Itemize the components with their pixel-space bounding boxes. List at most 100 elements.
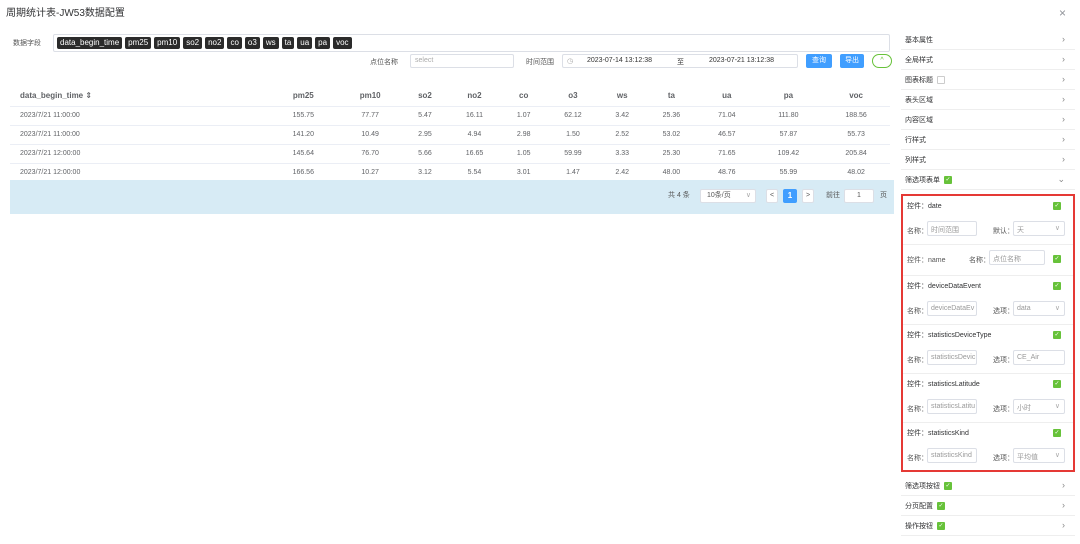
table-cell: 5.66 [403, 144, 447, 164]
clock-icon: ◷ [567, 58, 574, 65]
next-page-button[interactable]: > [802, 189, 814, 203]
sort-icon[interactable]: ⇕ [85, 91, 92, 100]
field-tag[interactable]: co [227, 37, 242, 49]
control-deviceDataEvent-checkbox[interactable]: ✓ [1053, 282, 1061, 290]
section-basic-props[interactable]: 基本属性 › [901, 30, 1075, 50]
section-header-area[interactable]: 表头区域 › [901, 90, 1075, 110]
chevron-right-icon: › [1062, 94, 1065, 104]
collapse-toggle[interactable]: ^ [872, 54, 892, 68]
config-dialog: 周期统计表-JW53数据配置 × 数据字段 data_begin_time pm… [0, 0, 1080, 544]
dialog-title: 周期统计表-JW53数据配置 [6, 8, 125, 19]
statisticsKind-name-input[interactable]: statisticsKind [927, 448, 977, 463]
preview-area: 数据字段 data_begin_time pm25 pm10 so2 no2 c… [10, 34, 894, 544]
field-tag[interactable]: voc [333, 37, 352, 49]
action-buttons-checkbox[interactable]: ✓ [937, 521, 945, 530]
table-row: 2023/7/21 11:00:00 141.20 10.49 2.95 4.94 2.9… [10, 125, 890, 145]
range-separator: 至 [677, 59, 684, 66]
prev-page-button[interactable]: < [766, 189, 778, 203]
point-name-select[interactable]: select [410, 54, 514, 68]
time-range-picker[interactable]: ◷ 2023-07-14 13:12:38 至 2023-07-21 13:12… [562, 54, 798, 68]
field-tag[interactable]: pm25 [125, 37, 152, 49]
data-fields-select[interactable]: data_begin_time pm25 pm10 so2 no2 co o3 … [53, 34, 890, 52]
table-cell: 111.80 [754, 106, 823, 126]
table-cell: 71.65 [699, 144, 755, 164]
table-cell: 2.98 [502, 125, 546, 145]
total-count: 共 4 条 [668, 192, 690, 199]
table-cell: 4.94 [446, 125, 503, 145]
table-cell: 2023/7/21 11:00:00 [10, 106, 270, 126]
start-date[interactable]: 2023-07-14 13:12:38 [587, 57, 652, 64]
deviceDataEvent-name-input[interactable]: deviceDataEv [927, 301, 977, 316]
date-name-input[interactable]: 时间范围 [927, 221, 977, 236]
table-cell: 76.70 [337, 144, 404, 164]
page-1-button[interactable]: 1 [783, 189, 797, 203]
table-cell: 1.50 [545, 125, 601, 145]
control-name-checkbox[interactable]: ✓ [1053, 255, 1061, 263]
column-header: pm10 [337, 86, 404, 107]
table-cell: 25.30 [643, 144, 700, 164]
section-column-style[interactable]: 列样式 › [901, 150, 1075, 170]
field-tag[interactable]: data_begin_time [57, 37, 123, 49]
table-cell: 16.11 [446, 106, 503, 126]
goto-page-input[interactable]: 1 [844, 189, 874, 203]
table-cell: 188.56 [822, 106, 890, 126]
section-action-buttons[interactable]: 操作按钮 ✓ › [901, 516, 1075, 536]
control-statisticsDeviceType: 控件：statisticsDeviceType ✓ 名称： statisticsD… [903, 325, 1073, 374]
field-tag[interactable]: pa [315, 37, 331, 49]
field-tag[interactable]: no2 [205, 37, 225, 49]
table-cell: 109.42 [754, 144, 823, 164]
panel-bottom-sections: 筛选项按钮 ✓ › 分页配置 ✓ › 操作按钮 ✓ › [901, 476, 1075, 536]
statisticsDeviceType-name-input[interactable]: statisticsDevic [927, 350, 977, 365]
chevron-down-icon: ∨ [745, 192, 751, 199]
chevron-down-icon: ∨ [1054, 403, 1060, 410]
column-header[interactable]: data_begin_time ⇕ [10, 86, 270, 107]
section-row-style[interactable]: 行样式 › [901, 130, 1075, 150]
column-header: ta [643, 86, 700, 107]
page-size-select[interactable]: 10条/页 ∨ [700, 189, 756, 203]
control-name: 控件：name 名称： 点位名称 ✓ [903, 245, 1073, 276]
table-cell: 25.36 [643, 106, 700, 126]
name-name-input[interactable]: 点位名称 [989, 250, 1045, 265]
query-button[interactable]: 查询 [806, 54, 832, 68]
pagination-config-checkbox[interactable]: ✓ [937, 501, 945, 510]
field-tag[interactable]: pm10 [154, 37, 181, 49]
statisticsKind-option-select[interactable]: 平均值 ∨ [1013, 448, 1065, 463]
section-global-style[interactable]: 全局样式 › [901, 50, 1075, 70]
control-statisticsKind-checkbox[interactable]: ✓ [1053, 429, 1061, 437]
field-tag[interactable]: so2 [183, 37, 203, 49]
section-content-area[interactable]: 内容区域 › [901, 110, 1075, 130]
field-tag[interactable]: ta [281, 37, 295, 49]
table-row: 2023/7/21 11:00:00 155.75 77.77 5.47 16.11 1.… [10, 106, 890, 126]
control-date-checkbox[interactable]: ✓ [1053, 202, 1061, 210]
chart-title-checkbox[interactable] [937, 75, 945, 84]
field-tag[interactable]: ua [297, 37, 313, 49]
chevron-right-icon: › [1062, 134, 1065, 144]
data-table: data_begin_time ⇕ pm25 pm10 so2 no2 co o… [10, 86, 890, 183]
section-filter-form[interactable]: 筛选项表单 ✓ ⌄ [901, 170, 1075, 190]
column-header: ws [600, 86, 644, 107]
statisticsDeviceType-option-input[interactable]: CE_Air [1013, 350, 1065, 365]
statisticsLatitude-name-input[interactable]: statisticsLatitu [927, 399, 977, 414]
field-tag[interactable]: o3 [244, 37, 260, 49]
section-pagination-config[interactable]: 分页配置 ✓ › [901, 496, 1075, 516]
export-button[interactable]: 导出 [840, 54, 864, 68]
statisticsLatitude-option-select[interactable]: 小时 ∨ [1013, 399, 1065, 414]
table-cell: 141.20 [269, 125, 338, 145]
end-date[interactable]: 2023-07-21 13:12:38 [709, 57, 774, 64]
control-statisticsLatitude-checkbox[interactable]: ✓ [1053, 380, 1061, 388]
control-statisticsDeviceType-checkbox[interactable]: ✓ [1053, 331, 1061, 339]
table-cell: 57.87 [754, 125, 823, 145]
filter-controls-highlight: 控件：date ✓ 名称： 时间范围 默认： 天 ∨ 控件：name 名称： 点位名… [901, 194, 1075, 472]
filter-form-checkbox[interactable]: ✓ [944, 175, 952, 184]
filter-buttons-checkbox[interactable]: ✓ [944, 481, 952, 490]
section-filter-buttons[interactable]: 筛选项按钮 ✓ › [901, 476, 1075, 496]
deviceDataEvent-option-select[interactable]: data ∨ [1013, 301, 1065, 316]
field-tag[interactable]: ws [262, 37, 279, 49]
chevron-right-icon: › [1062, 480, 1065, 490]
table-cell: 53.02 [643, 125, 700, 145]
close-icon[interactable]: × [1059, 6, 1066, 20]
table-cell: 2023/7/21 12:00:00 [10, 144, 270, 164]
control-deviceDataEvent: 控件：deviceDataEvent ✓ 名称： deviceDataEv 选项：… [903, 276, 1073, 325]
date-default-select[interactable]: 天 ∨ [1013, 221, 1065, 236]
section-chart-title[interactable]: 图表标题 › [901, 70, 1075, 90]
